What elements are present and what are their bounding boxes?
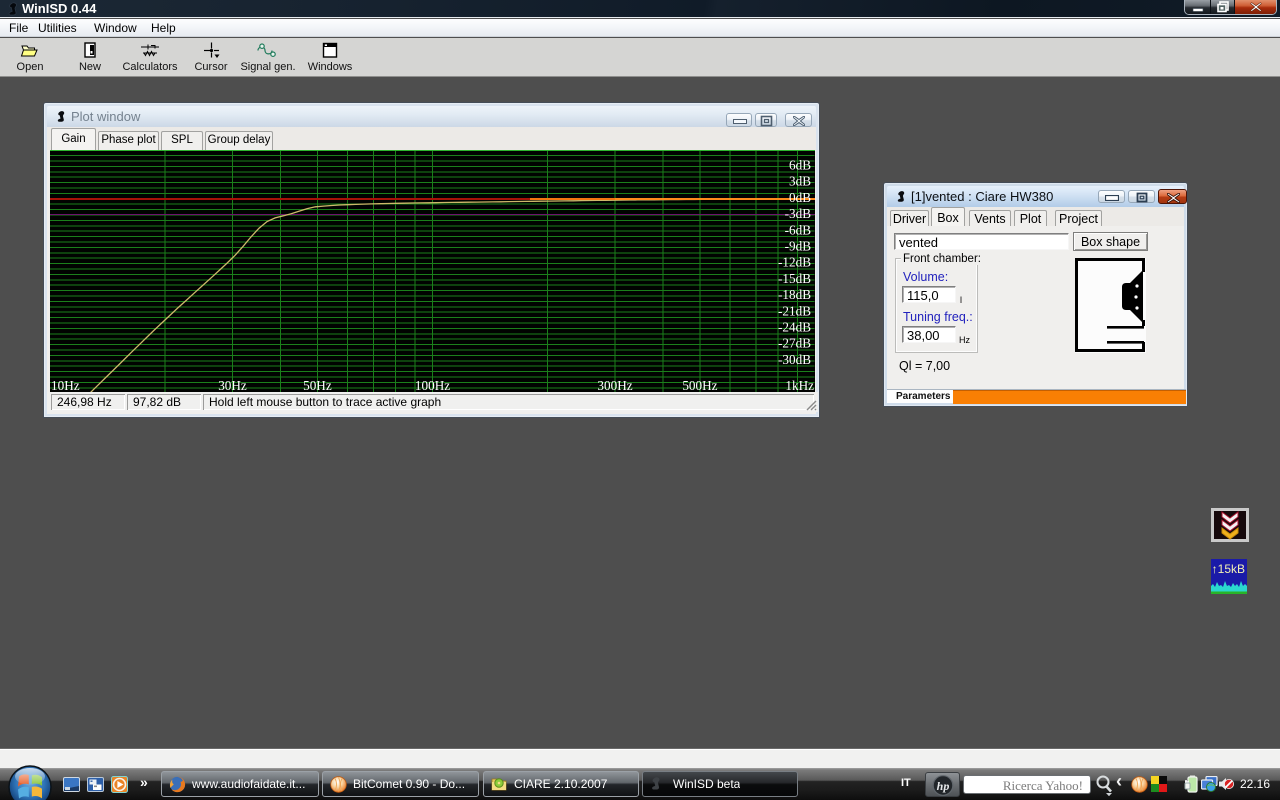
svg-text:hp: hp <box>937 779 950 793</box>
svg-text:-12dB: -12dB <box>778 255 811 270</box>
svg-text:-9dB: -9dB <box>785 239 812 254</box>
svg-text:↑15kB: ↑15kB <box>1212 562 1245 576</box>
svg-text:-3dB: -3dB <box>785 206 812 221</box>
svg-text:30Hz: 30Hz <box>218 378 247 392</box>
svg-text:300Hz: 300Hz <box>597 378 632 392</box>
svg-text:-27dB: -27dB <box>778 336 811 351</box>
svg-text:1kHz: 1kHz <box>785 378 814 392</box>
svg-text:-15dB: -15dB <box>778 271 811 286</box>
svg-text:500Hz: 500Hz <box>682 378 717 392</box>
svg-text:-18dB: -18dB <box>778 287 811 302</box>
svg-text:10Hz: 10Hz <box>51 378 80 392</box>
svg-text:50Hz: 50Hz <box>303 378 332 392</box>
svg-text:100Hz: 100Hz <box>415 378 450 392</box>
svg-text:-24dB: -24dB <box>778 320 811 335</box>
svg-text:3dB: 3dB <box>789 174 811 189</box>
svg-text:-21dB: -21dB <box>778 303 811 318</box>
svg-text:6dB: 6dB <box>789 158 811 173</box>
svg-text:-30dB: -30dB <box>778 352 811 367</box>
svg-text:0dB: 0dB <box>789 190 811 205</box>
svg-text:-6dB: -6dB <box>785 222 812 237</box>
